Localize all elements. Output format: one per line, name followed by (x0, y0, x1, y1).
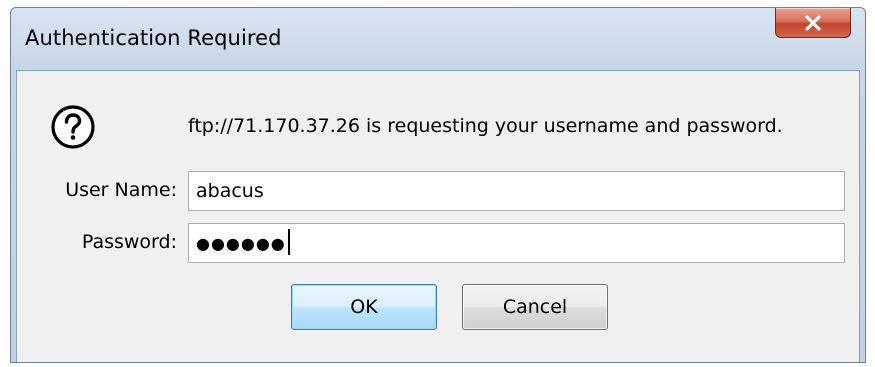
username-value: abacus (196, 180, 264, 202)
close-icon (805, 14, 821, 31)
question-icon (50, 104, 96, 150)
auth-message: ftp://71.170.37.26 is requesting your us… (188, 115, 783, 137)
password-input[interactable]: ●●●●●● (188, 223, 845, 263)
close-button[interactable] (775, 8, 851, 38)
password-label: Password: (81, 231, 177, 253)
auth-dialog-window: Authentication Required ftp://71.170.37.… (10, 7, 866, 363)
cancel-button[interactable]: Cancel (462, 284, 608, 330)
text-caret (287, 229, 290, 255)
password-value: ●●●●●● (196, 234, 286, 253)
username-input[interactable]: abacus (188, 171, 845, 211)
window-title: Authentication Required (25, 26, 282, 50)
username-label: User Name: (65, 179, 177, 201)
ok-button[interactable]: OK (291, 284, 437, 330)
dialog-body: ftp://71.170.37.26 is requesting your us… (16, 70, 860, 362)
title-bar[interactable]: Authentication Required (11, 8, 865, 70)
